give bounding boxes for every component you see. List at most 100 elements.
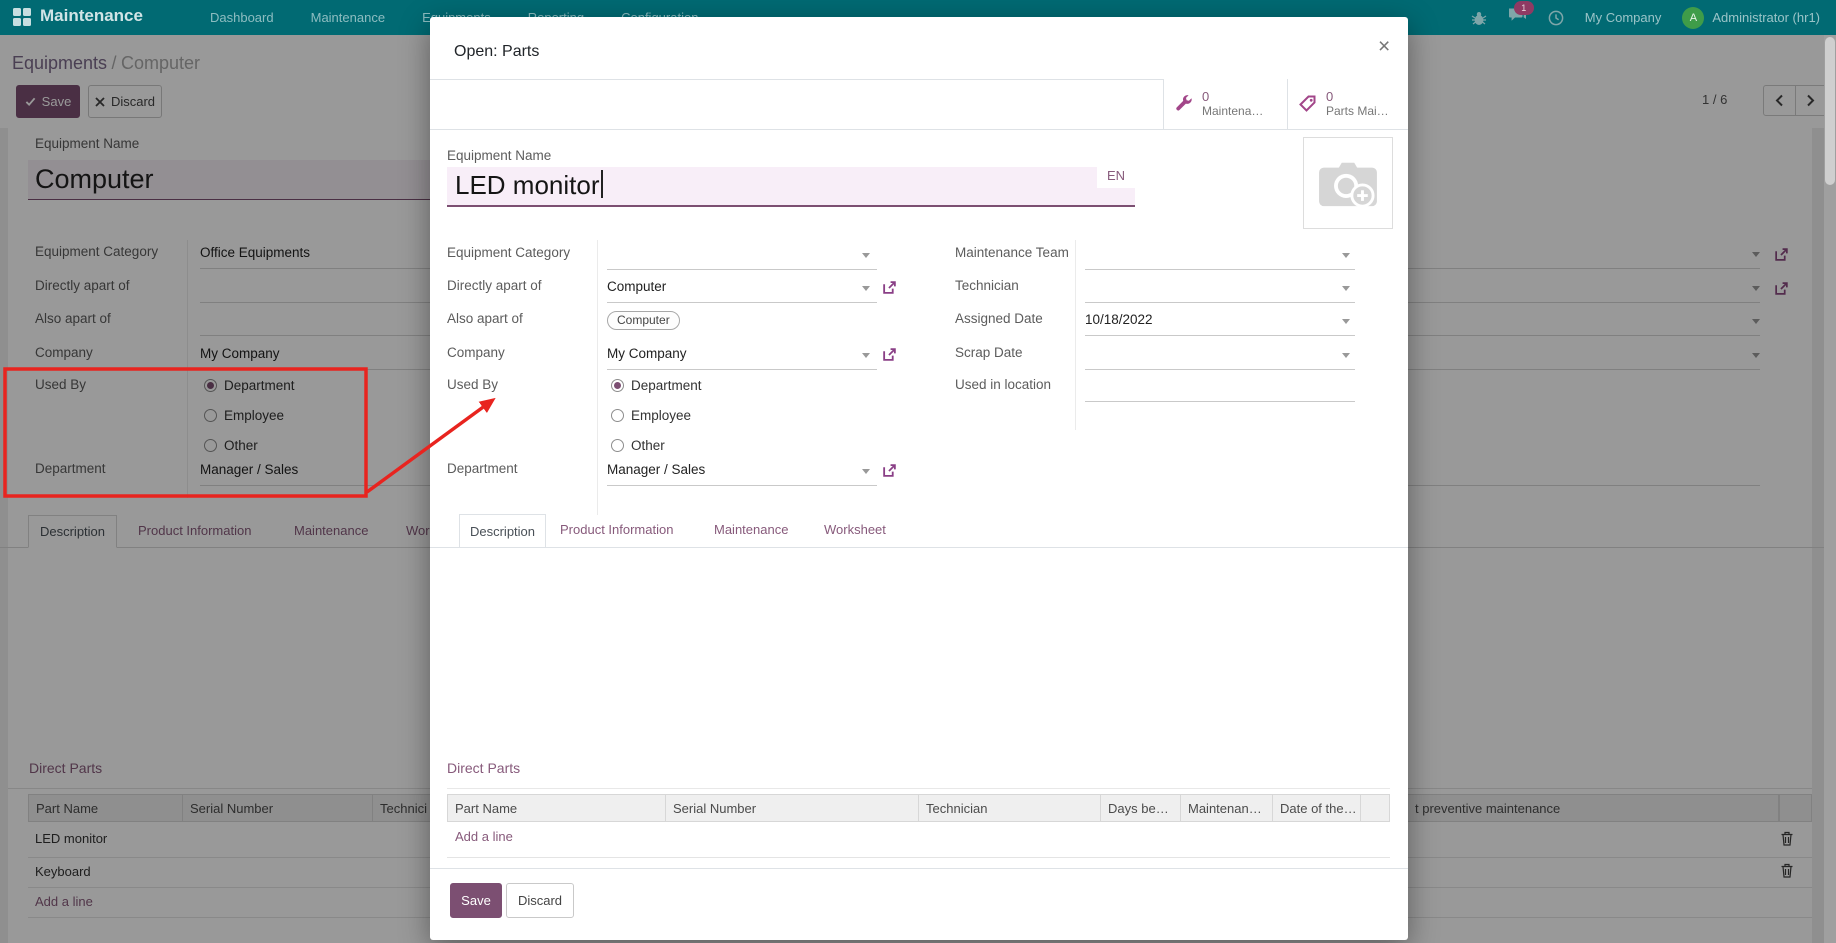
avatar: A: [1682, 7, 1704, 29]
col-technician[interactable]: Technician: [918, 794, 1101, 822]
company-switcher[interactable]: My Company: [1585, 10, 1662, 25]
also-apart-of-tag[interactable]: Computer: [607, 311, 680, 330]
translation-badge[interactable]: EN: [1097, 165, 1135, 188]
assigned-date-value[interactable]: 10/18/2022: [1085, 312, 1153, 327]
field-label: Equipment Category: [447, 245, 570, 260]
camera-plus-icon: [1317, 156, 1379, 210]
scrap-date-field[interactable]: [1085, 369, 1355, 370]
scrollbar-thumb[interactable]: [1825, 37, 1835, 185]
divider: [607, 369, 877, 370]
field-label: Company: [447, 345, 505, 360]
messages-button[interactable]: 1: [1508, 7, 1527, 28]
activity-clock-icon[interactable]: [1548, 10, 1564, 26]
dropdown-caret-icon[interactable]: [1342, 286, 1350, 291]
divider: [607, 302, 877, 303]
dropdown-caret-icon[interactable]: [1342, 253, 1350, 258]
external-link-icon[interactable]: [882, 280, 897, 295]
radio-label: Employee: [631, 408, 691, 423]
divider: [430, 547, 1408, 548]
divider: [1085, 335, 1355, 336]
equipment-category-field[interactable]: [607, 269, 877, 270]
external-link-icon[interactable]: [882, 463, 897, 478]
tab-maintenance[interactable]: Maintenance: [714, 522, 788, 537]
menu-maintenance[interactable]: Maintenance: [311, 10, 385, 25]
col-days-before[interactable]: Days be…: [1100, 794, 1181, 822]
radio-other[interactable]: Other: [611, 438, 665, 453]
used-by-label: Used By: [447, 377, 498, 392]
external-link-icon[interactable]: [882, 347, 897, 362]
maintenance-stat-label: Maintena…: [1202, 104, 1263, 119]
radio-icon: [611, 439, 624, 452]
maintenance-team-field[interactable]: [1085, 269, 1355, 270]
radio-department[interactable]: Department: [611, 378, 702, 393]
equipment-name-value: LED monitor: [455, 170, 603, 201]
directly-apart-of-value[interactable]: Computer: [607, 279, 666, 294]
modal-discard-button[interactable]: Discard: [506, 883, 574, 918]
close-icon[interactable]: ×: [1378, 35, 1390, 59]
technician-field[interactable]: [1085, 302, 1355, 303]
field-label: Used in location: [955, 377, 1051, 392]
company-value[interactable]: My Company: [607, 346, 687, 361]
radio-label: Department: [631, 378, 702, 393]
dropdown-caret-icon[interactable]: [1342, 353, 1350, 358]
col-maintenance[interactable]: Maintenan…: [1180, 794, 1273, 822]
divider: [430, 868, 1408, 869]
parts-count: 0: [1326, 89, 1389, 104]
open-parts-dialog: Open: Parts × 0 Maintena… 0 Parts Mai…: [430, 17, 1408, 940]
equipment-name-input[interactable]: LED monitor EN: [447, 167, 1135, 207]
department-value[interactable]: Manager / Sales: [607, 462, 705, 477]
maintenance-count: 0: [1202, 89, 1263, 104]
dropdown-caret-icon[interactable]: [862, 286, 870, 291]
equipment-image-upload[interactable]: [1303, 137, 1393, 229]
equipment-name-label: Equipment Name: [447, 148, 551, 163]
direct-parts-title: Direct Parts: [447, 760, 520, 776]
field-label: Assigned Date: [955, 311, 1043, 326]
radio-icon: [611, 409, 624, 422]
wrench-icon: [1174, 94, 1194, 114]
menu-dashboard[interactable]: Dashboard: [210, 10, 274, 25]
used-in-location-field[interactable]: [1085, 401, 1355, 402]
scrollbar-track[interactable]: [1824, 35, 1836, 943]
text-cursor: [601, 170, 603, 198]
tab-product-information[interactable]: Product Information: [560, 522, 673, 537]
divider: [447, 857, 1390, 858]
radio-employee[interactable]: Employee: [611, 408, 691, 423]
divider: [447, 788, 1390, 789]
radio-label: Other: [631, 438, 665, 453]
app-window: Maintenance Dashboard Maintenance Equipm…: [0, 0, 1836, 943]
radio-selected-icon: [611, 379, 624, 392]
col-serial-number[interactable]: Serial Number: [665, 794, 919, 822]
tab-worksheet[interactable]: Worksheet: [824, 522, 886, 537]
field-label: Also apart of: [447, 311, 523, 326]
divider: [607, 485, 877, 486]
divider: [597, 240, 598, 515]
app-brand[interactable]: Maintenance: [40, 6, 143, 26]
modal-save-button[interactable]: Save: [450, 883, 502, 918]
dialog-title: Open: Parts: [454, 43, 539, 61]
navbar-systray: 1 My Company A Administrator (hr1): [1471, 0, 1820, 35]
message-count-badge: 1: [1514, 1, 1534, 15]
dropdown-caret-icon[interactable]: [862, 353, 870, 358]
dropdown-caret-icon[interactable]: [1342, 319, 1350, 324]
dropdown-caret-icon[interactable]: [862, 469, 870, 474]
divider: [430, 129, 1408, 130]
tag-icon: [1298, 94, 1318, 114]
parts-stat-label: Parts Mai…: [1326, 104, 1389, 119]
field-label: Technician: [955, 278, 1019, 293]
dropdown-caret-icon[interactable]: [862, 253, 870, 258]
add-a-line-link[interactable]: Add a line: [455, 829, 513, 844]
col-part-name[interactable]: Part Name: [447, 794, 666, 822]
col-date-of-the[interactable]: Date of the…: [1272, 794, 1361, 822]
bug-icon[interactable]: [1471, 10, 1487, 26]
parts-stat-button[interactable]: 0 Parts Mai…: [1287, 79, 1408, 129]
user-name: Administrator (hr1): [1712, 10, 1820, 25]
apps-grid-icon[interactable]: [13, 8, 32, 27]
maintenance-stat-button[interactable]: 0 Maintena…: [1163, 79, 1287, 129]
user-menu[interactable]: A Administrator (hr1): [1682, 7, 1820, 29]
field-label: Maintenance Team: [955, 245, 1069, 260]
department-label: Department: [447, 461, 518, 476]
field-label: Directly apart of: [447, 278, 542, 293]
tab-description[interactable]: Description: [459, 514, 546, 548]
col-actions: [1360, 794, 1390, 822]
field-label: Scrap Date: [955, 345, 1023, 360]
